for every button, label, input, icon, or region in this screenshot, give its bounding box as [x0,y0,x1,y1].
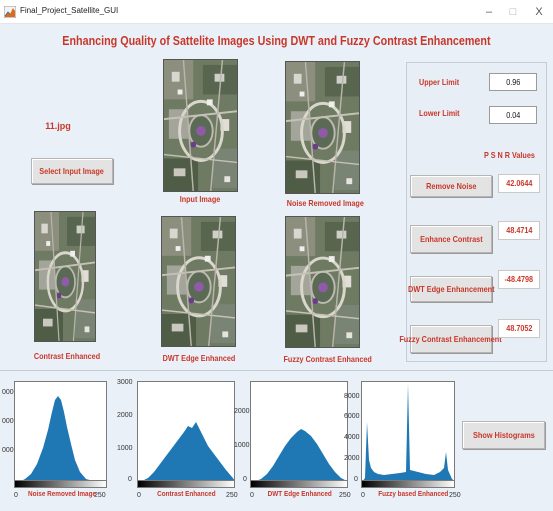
hist2-ytick-1000: 1000 [117,445,133,452]
psnr-value-noise: 42.0644 [498,174,540,193]
hist2-label: Contrast Enhanced [156,489,216,498]
fuzzy-contrast-enhanced-caption: Fuzzy Contrast Enhanced [283,354,372,364]
hist3-ytick-2000: 2000 [234,408,250,415]
window-title: Final_Project_Satellite_GUI [20,6,119,15]
colorbar-dwt-edge-enhanced [250,481,348,488]
dwt-edge-enhancement-button[interactable]: DWT Edge Enhancement [408,276,494,302]
lower-limit-input[interactable]: 0.04 [489,106,537,124]
fuzzy-contrast-enhanced-image [285,216,360,348]
colorbar-contrast-enhanced [137,481,235,488]
hist4-label: Fuzzy based Enhanced [378,489,449,498]
hist1-xtick-0: 0 [14,492,18,499]
colorbar-fuzzy-based-enhanced [361,481,455,488]
input-image-caption: Input Image [179,194,221,204]
lower-limit-label: Lower Limit [419,108,460,118]
hist1-ytick-3: 000 [2,447,14,454]
noise-removed-image-caption: Noise Removed Image [286,198,364,208]
hist1-ytick-2: 000 [2,418,14,425]
input-filename: 11.jpg [45,121,71,131]
page-title: Enhancing Quality of Sattelite Images Us… [62,34,491,48]
hist4-ytick-8000: 8000 [344,393,360,400]
hist3-xtick-250: 250 [339,492,351,499]
show-histograms-button[interactable]: Show Histograms [462,421,545,449]
fuzzy-contrast-enhancement-button[interactable]: Fuzzy Contrast Enhancement [400,325,502,353]
hist2-ytick-0: 0 [128,476,132,483]
hist3-label: DWT Edge Enhanced [267,489,332,498]
contrast-enhanced-image [34,211,96,342]
enhance-contrast-button[interactable]: Enhance Contrast [410,225,492,253]
hist4-ytick-6000: 6000 [344,413,360,420]
hist2-ytick-2000: 2000 [117,412,133,419]
histogram-noise-removed [14,381,107,481]
hist3-ytick-1000: 1000 [234,442,250,449]
contrast-enhanced-caption: Contrast Enhanced [33,351,101,361]
maximize-button[interactable]: □ [504,3,522,21]
hist2-xtick-0: 0 [137,492,141,499]
minimize-button[interactable]: – [480,3,498,21]
hist4-ytick-4000: 4000 [344,434,360,441]
input-image [163,59,238,192]
hist3-ytick-0: 0 [243,476,247,483]
histogram-dwt-edge-enhanced [250,381,348,481]
hist2-xtick-250: 250 [226,492,238,499]
close-button[interactable]: X [530,3,548,21]
hist1-label: Noise Removed Image [28,489,97,498]
hist3-xtick-0: 0 [250,492,254,499]
psnr-header: P S N R Values [484,150,535,160]
psnr-value-fuzzy: 48.7052 [498,319,540,338]
psnr-value-dwt: -48.4798 [498,270,540,289]
select-input-image-button[interactable]: Select Input Image [31,158,113,184]
hist1-ytick-1: 000 [2,389,14,396]
matlab-figure-icon [4,6,16,18]
psnr-value-contrast: 48.4714 [498,221,540,240]
dwt-edge-enhanced-image [161,216,236,347]
remove-noise-button[interactable]: Remove Noise [410,175,492,197]
noise-removed-image [285,61,360,194]
dwt-edge-enhanced-caption: DWT Edge Enhanced [162,353,236,363]
hist4-ytick-2000: 2000 [344,455,360,462]
hist4-xtick-0: 0 [361,492,365,499]
histogram-contrast-enhanced [137,381,235,481]
histogram-fuzzy-based-enhanced [361,381,455,481]
upper-limit-input[interactable]: 0.96 [489,73,537,91]
hist2-ytick-3000: 3000 [117,379,133,386]
hist4-ytick-0: 0 [354,476,358,483]
colorbar-noise-removed [14,481,107,488]
upper-limit-label: Upper Limit [419,77,460,87]
